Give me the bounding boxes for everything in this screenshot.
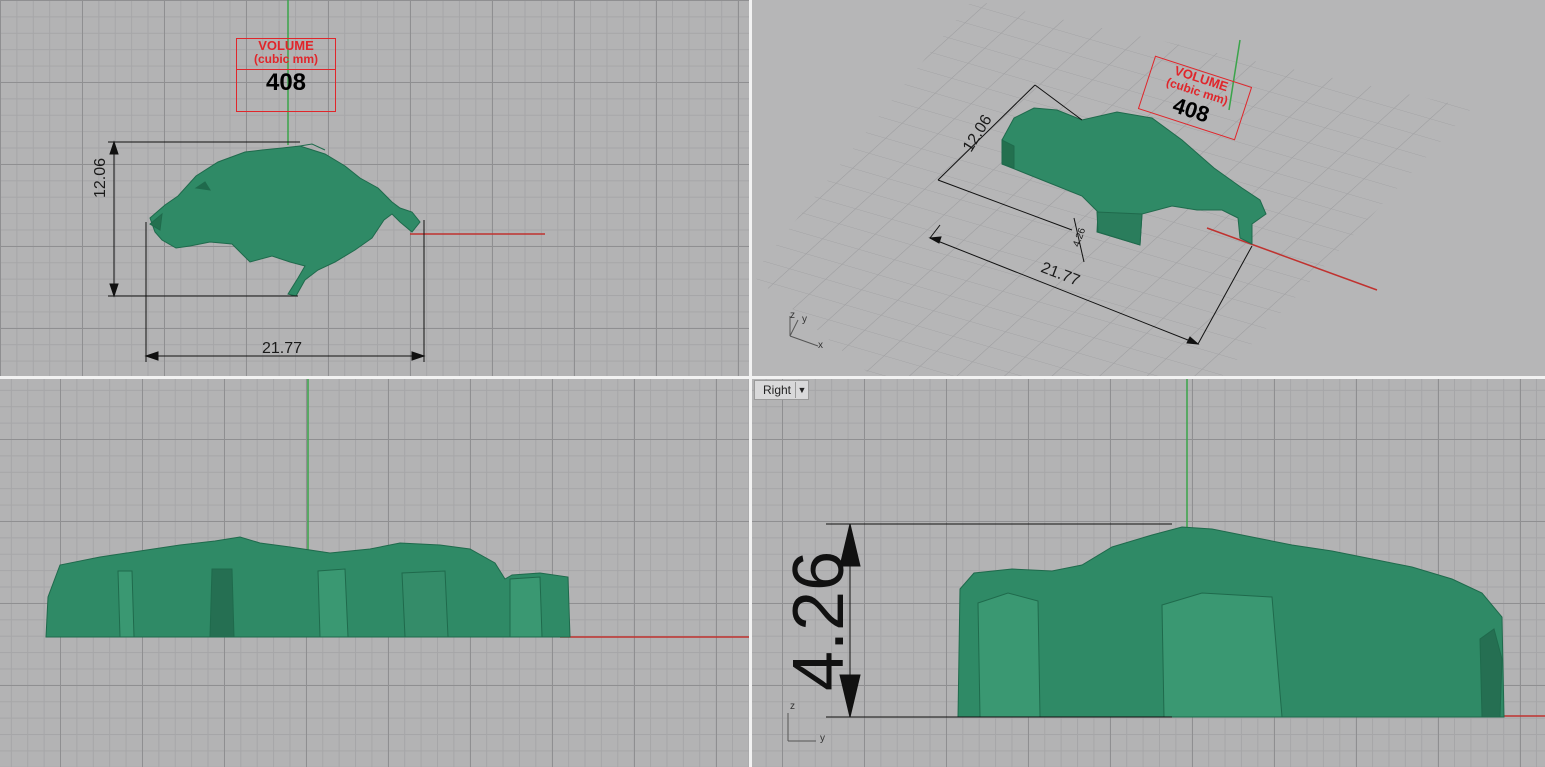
axis-y-label-persp: y <box>802 314 807 325</box>
depth-dimension-label: 4.26 <box>779 550 859 691</box>
right-view-canvas <box>787 379 1545 742</box>
axis-gizmo-right <box>787 713 816 742</box>
rhino-workspace: VOLUME (cubic mm) 408 12.06 21.77 VOLUME… <box>0 0 1545 767</box>
perspective-view-canvas <box>752 0 1472 376</box>
viewport-top[interactable]: VOLUME (cubic mm) 408 12.06 21.77 <box>0 0 749 376</box>
axis-x-label-persp: x <box>818 340 823 351</box>
axis-y-label-right: y <box>820 733 825 744</box>
viewport-splitter-horizontal[interactable] <box>0 376 1545 379</box>
front-view-canvas <box>45 379 749 638</box>
boar-model-front[interactable] <box>45 536 571 638</box>
axis-z-label-persp: z <box>790 310 795 321</box>
volume-annotation: VOLUME (cubic mm) 408 <box>236 38 336 112</box>
volume-title: VOLUME <box>258 38 314 53</box>
height-dimension-label: 12.06 <box>92 157 109 198</box>
axis-z-label-right: z <box>790 701 795 712</box>
length-dimension-label: 21.77 <box>262 340 303 357</box>
viewport-perspective[interactable]: VOLUME (cubic mm) 408 12.06 21.77 4.26 x… <box>752 0 1545 376</box>
volume-unit: (cubic mm) <box>253 52 318 66</box>
boar-model-top[interactable] <box>149 143 421 297</box>
top-view-canvas <box>108 0 545 362</box>
viewport-splitter-vertical[interactable] <box>749 0 752 767</box>
boar-model-right[interactable] <box>957 526 1505 718</box>
viewport-right[interactable]: Right ▼ 4.26 z y <box>752 379 1545 767</box>
volume-value: 408 <box>265 69 307 96</box>
viewport-front[interactable] <box>0 379 749 767</box>
